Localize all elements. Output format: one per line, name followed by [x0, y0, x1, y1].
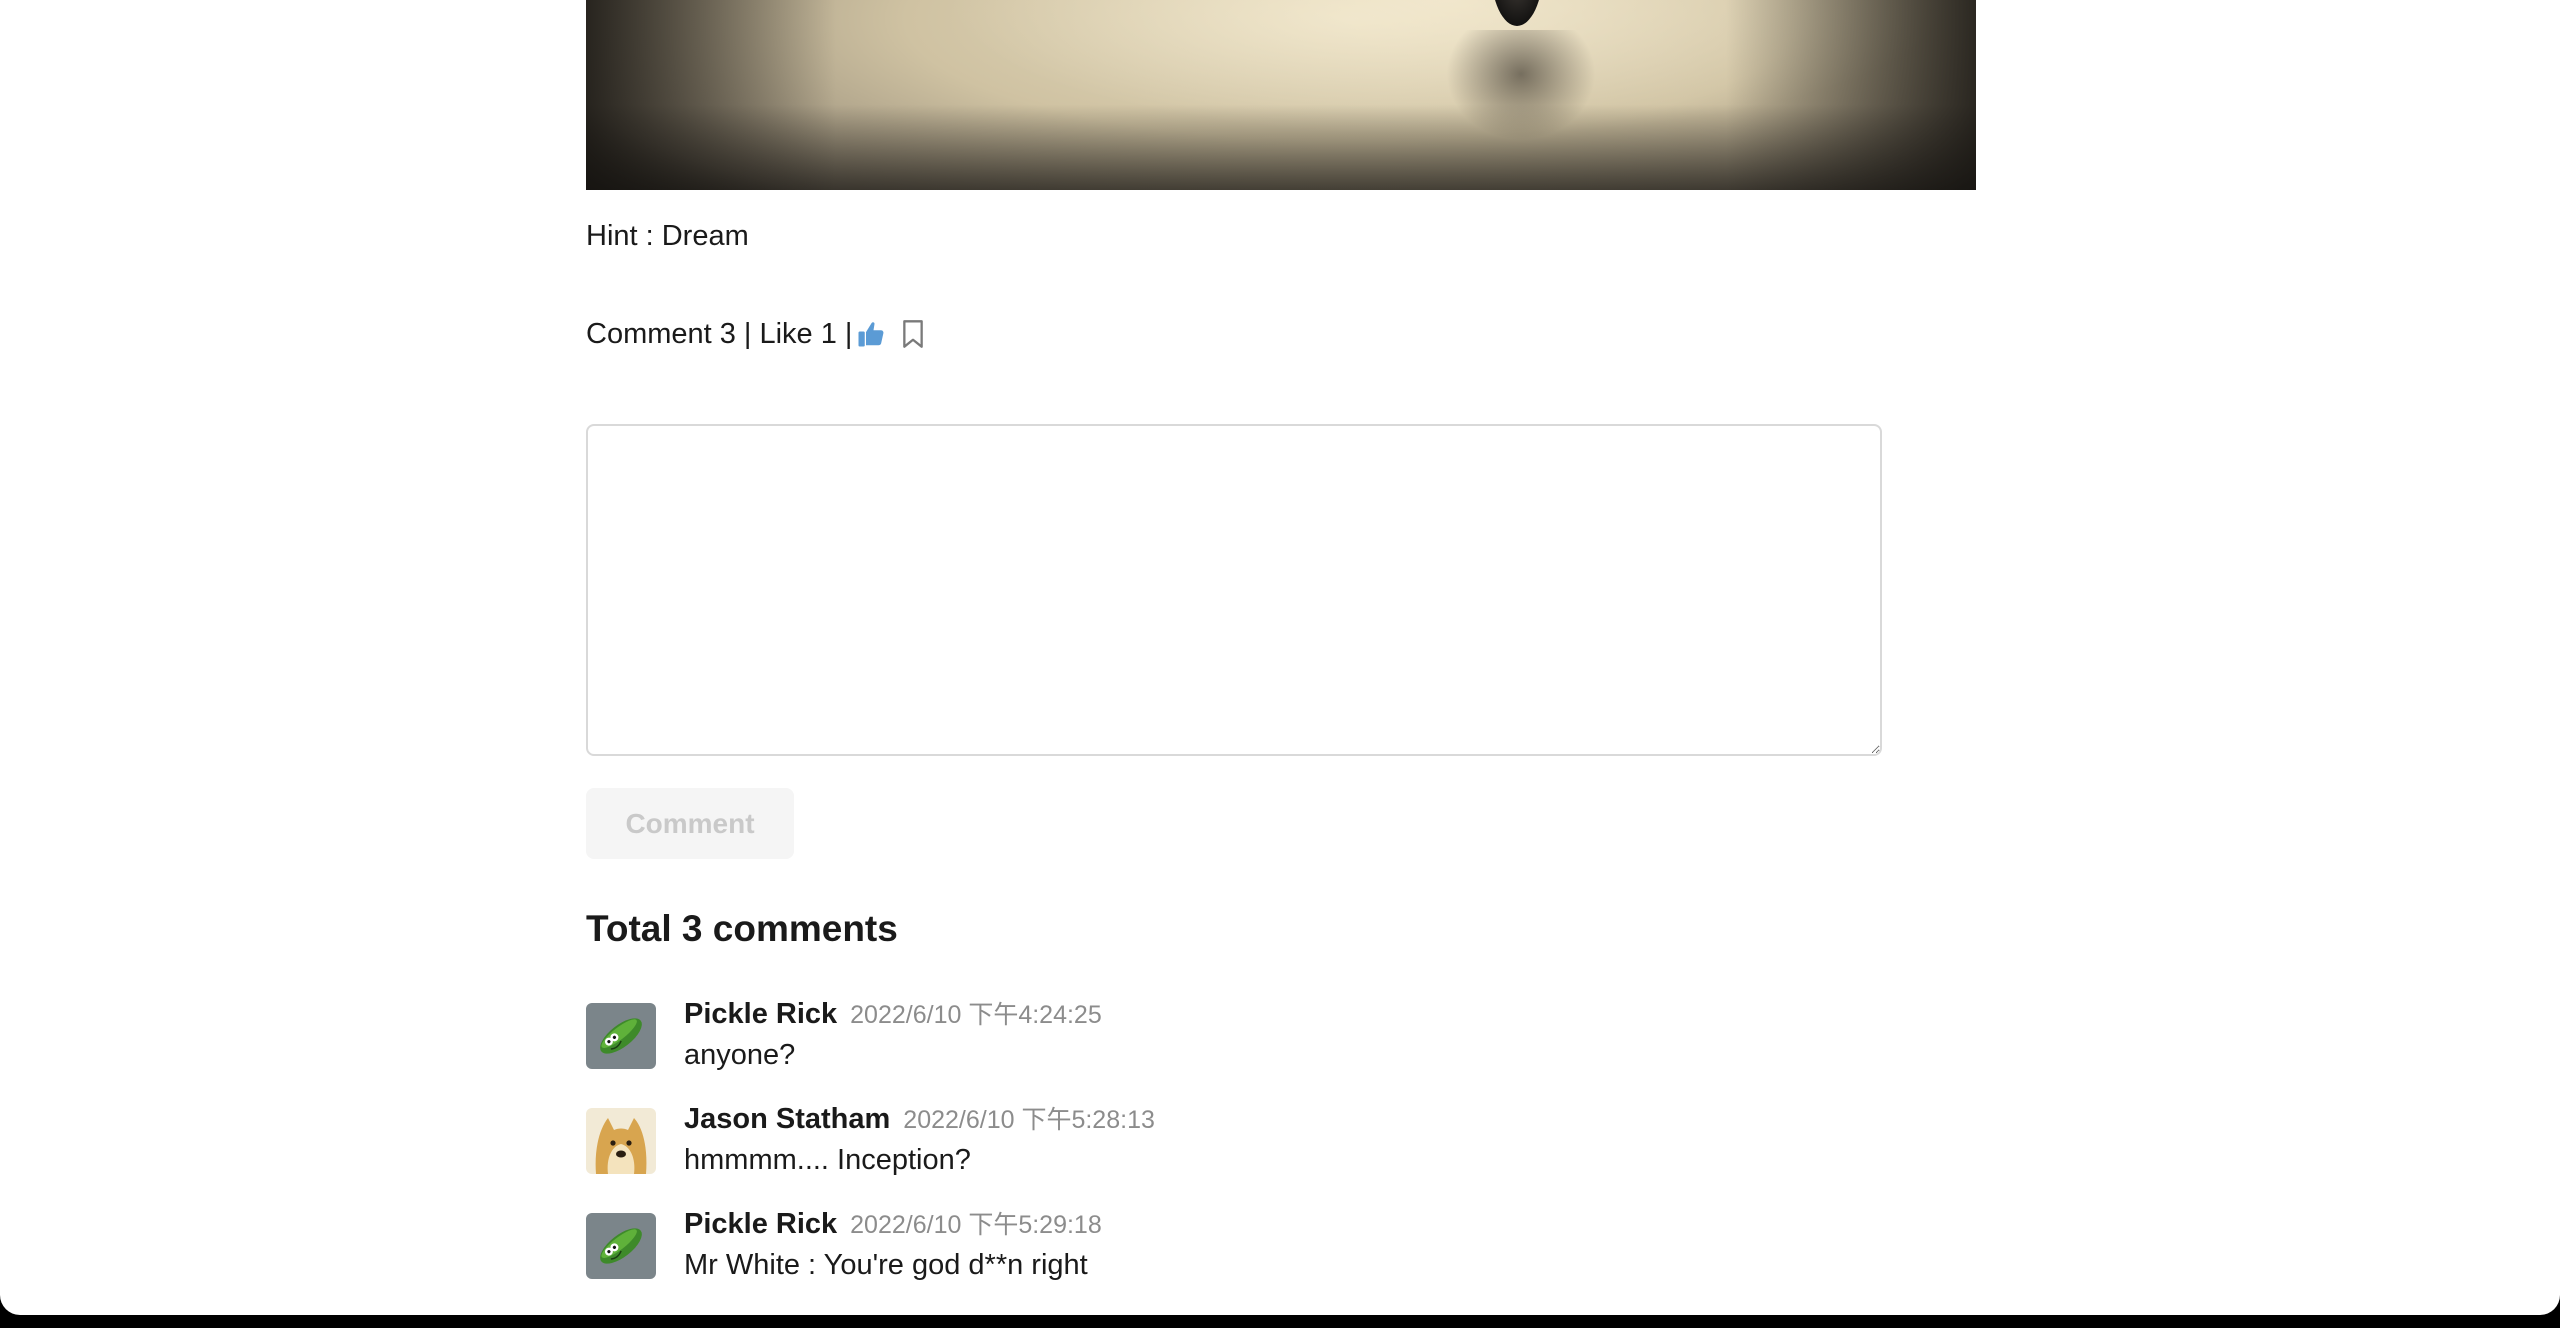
post-hint: Hint : Dream — [586, 220, 749, 252]
comment-submit-button[interactable]: Comment — [586, 788, 794, 859]
comment-item: Pickle Rick 2022/6/10 下午5:29:18 Mr White… — [586, 1205, 1976, 1310]
pickle-avatar — [586, 1003, 656, 1069]
comment-count: Comment 3 — [586, 317, 736, 350]
comment-timestamp: 2022/6/10 下午4:24:25 — [850, 1001, 1102, 1029]
bookmark-button[interactable] — [898, 317, 928, 351]
comment-list: Pickle Rick 2022/6/10 下午4:24:25 anyone? — [586, 995, 1976, 1310]
pickle-avatar — [586, 1213, 656, 1279]
post-content: Hint : Dream Comment 3 | Like 1 | Commen… — [586, 0, 1976, 1281]
doge-avatar — [586, 1108, 656, 1174]
page: Hint : Dream Comment 3 | Like 1 | Commen… — [0, 0, 2560, 1315]
comment-text: anyone? — [684, 1039, 796, 1071]
comment-input[interactable] — [586, 424, 1882, 756]
bookmark-icon — [903, 320, 924, 348]
comment-timestamp: 2022/6/10 下午5:28:13 — [903, 1106, 1155, 1134]
comment-text: Mr White : You're god d**n right — [684, 1249, 1088, 1281]
thumbs-up-icon — [858, 322, 884, 347]
comment-author[interactable]: Pickle Rick — [684, 1208, 837, 1241]
like-button[interactable] — [854, 317, 888, 351]
comment-author[interactable]: Jason Statham — [684, 1103, 890, 1136]
post-stats: Comment 3 | Like 1 | — [586, 314, 928, 354]
total-comments-heading: Total 3 comments — [586, 908, 898, 949]
comment-timestamp: 2022/6/10 下午5:29:18 — [850, 1211, 1102, 1239]
stats-separator: | — [844, 317, 853, 350]
comment-item: Pickle Rick 2022/6/10 下午4:24:25 anyone? — [586, 995, 1976, 1100]
stats-separator: | — [743, 317, 752, 350]
post-image — [586, 0, 1976, 190]
like-count: Like 1 — [759, 317, 837, 350]
comment-author[interactable]: Pickle Rick — [684, 998, 837, 1031]
comment-item: Jason Statham 2022/6/10 下午5:28:13 hmmmm.… — [586, 1100, 1976, 1205]
comment-text: hmmmm.... Inception? — [684, 1144, 971, 1176]
